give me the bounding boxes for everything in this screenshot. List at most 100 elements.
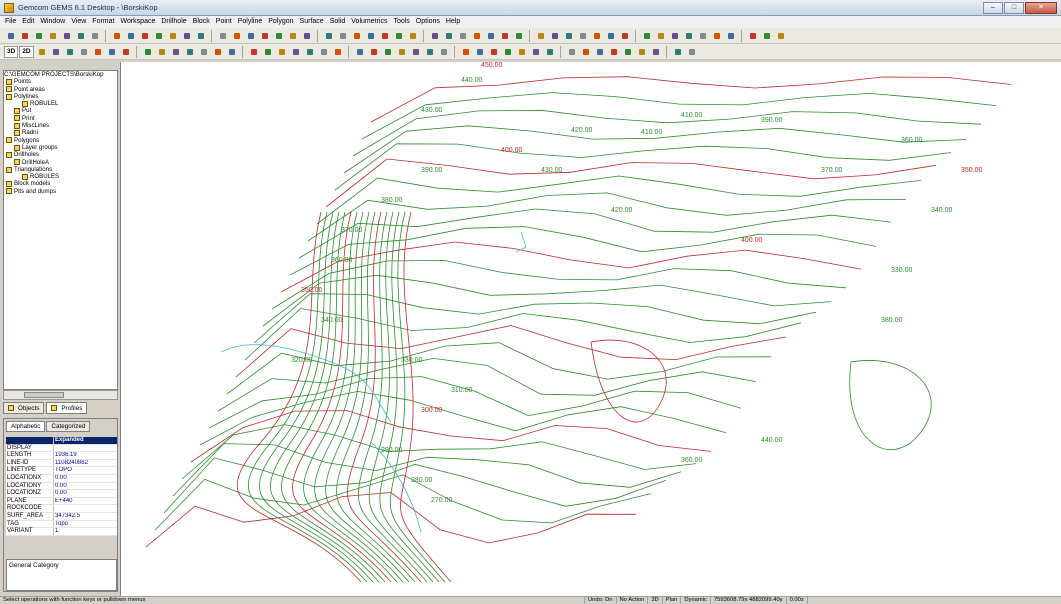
property-value[interactable]: 0.00 (54, 490, 117, 497)
menu-solid[interactable]: Solid (327, 16, 349, 28)
contour-line[interactable] (145, 492, 637, 548)
toolbar-tool-icon[interactable] (649, 45, 662, 58)
toolbar-tool-icon[interactable] (579, 45, 592, 58)
toolbar-tool-icon[interactable] (258, 29, 271, 42)
toolbar-tool-icon[interactable] (364, 29, 377, 42)
contour-line[interactable] (172, 443, 682, 497)
toolbar-tool-icon[interactable] (437, 45, 450, 58)
menu-window[interactable]: Window (37, 16, 68, 28)
toolbar-tool-icon[interactable] (197, 45, 210, 58)
toolbar-tool-icon[interactable] (216, 29, 229, 42)
property-row[interactable]: LINETYPE TOPO (6, 467, 117, 475)
toolbar-tool-icon[interactable] (423, 45, 436, 58)
toolbar-tool-icon[interactable] (18, 29, 31, 42)
contour-line[interactable] (389, 211, 446, 583)
toolbar-tool-icon[interactable] (459, 45, 472, 58)
project-tree[interactable]: C:\GEMCOM PROJECTS\BorskiKop Points Point… (3, 70, 118, 390)
tab-profiles[interactable]: Profiles (46, 402, 88, 414)
tree-item[interactable]: Pits and dumps (4, 188, 117, 195)
toolbar-tool-icon[interactable] (484, 29, 497, 42)
toolbar-tool-icon[interactable] (487, 45, 500, 58)
property-value[interactable]: 0.00 (54, 475, 117, 482)
property-value[interactable]: 1108240882 (54, 460, 117, 467)
toolbar-tool-icon[interactable] (286, 29, 299, 42)
toolbar-tool-icon[interactable] (618, 29, 631, 42)
property-row[interactable]: LOCATIONZ 0.00 (6, 490, 117, 498)
toolbar-tool-icon[interactable] (565, 45, 578, 58)
toolbar-tool-icon[interactable] (470, 29, 483, 42)
tab-categorized[interactable]: Categorized (46, 421, 91, 432)
property-value[interactable]: Expanded (54, 437, 117, 444)
toolbar-tool-icon[interactable] (456, 29, 469, 42)
toolbar-tool-icon[interactable] (406, 29, 419, 42)
toolbar-tool-icon[interactable] (529, 45, 542, 58)
toolbar-tool-icon[interactable] (724, 29, 737, 42)
contour-map[interactable]: 450.00 440.00 430.00 420.00 410.00 400.00 390.… (121, 62, 1061, 596)
toolbar-tool-icon[interactable] (607, 45, 620, 58)
property-row[interactable]: LOCATIONX 0.00 (6, 474, 117, 483)
menu-workspace[interactable]: Workspace (117, 16, 158, 28)
toolbar-tool-icon[interactable] (169, 45, 182, 58)
property-value[interactable]: E+440 (54, 498, 117, 505)
toolbar-tool-icon[interactable] (275, 45, 288, 58)
toolbar-tool-icon[interactable] (640, 29, 653, 42)
toolbar-tool-icon[interactable] (105, 45, 118, 58)
property-row[interactable]: DISPLAY (6, 444, 117, 453)
contour-line[interactable] (217, 357, 757, 412)
tree-item[interactable]: Points (4, 78, 117, 85)
minimize-button[interactable]: – (983, 2, 1003, 14)
toolbar-tool-icon[interactable] (141, 45, 154, 58)
toolbar-tool-icon[interactable] (194, 29, 207, 42)
menu-help[interactable]: Help (443, 16, 463, 28)
tree-horizontal-scrollbar[interactable] (3, 390, 118, 400)
property-row[interactable]: Expanded (6, 437, 117, 445)
contour-line[interactable] (163, 457, 667, 514)
property-value[interactable]: 1 (54, 528, 117, 535)
toolbar-tool-icon[interactable] (4, 29, 17, 42)
toolbar-tool-icon[interactable] (350, 29, 363, 42)
tree-item[interactable]: Triangulations (4, 166, 117, 173)
contour-line[interactable] (361, 92, 997, 140)
property-row[interactable]: LOCATIONY 0.00 (6, 482, 117, 491)
contour-line[interactable] (235, 325, 787, 378)
toolbar-tool-icon[interactable] (110, 29, 123, 42)
toolbar-tool-icon[interactable] (515, 45, 528, 58)
scrollbar-thumb[interactable] (24, 392, 64, 398)
toolbar-tool-icon[interactable] (244, 29, 257, 42)
property-value[interactable] (54, 445, 117, 452)
toolbar-tool-icon[interactable] (590, 29, 603, 42)
toolbar-tool-icon[interactable] (49, 45, 62, 58)
menu-polygon[interactable]: Polygon (265, 16, 296, 28)
tree-item[interactable]: Block models (4, 180, 117, 187)
tree-root[interactable]: C:\GEMCOM PROJECTS\BorskiKop (4, 71, 117, 78)
toolbar-tool-icon[interactable] (635, 45, 648, 58)
toolbar-tool-icon[interactable] (74, 29, 87, 42)
toolbar-tool-icon[interactable] (119, 45, 132, 58)
toolbar-tool-icon[interactable] (317, 45, 330, 58)
toolbar-tool-icon[interactable] (621, 45, 634, 58)
toolbar-tool-icon[interactable] (392, 29, 405, 42)
toolbar-tool-icon[interactable] (473, 45, 486, 58)
menu-tools[interactable]: Tools (390, 16, 412, 28)
toolbar-tool-icon[interactable] (378, 29, 391, 42)
toolbar-tool-icon[interactable] (668, 29, 681, 42)
toolbar-tool-icon[interactable] (77, 45, 90, 58)
toolbar-tool-icon[interactable] (331, 45, 344, 58)
tree-item[interactable]: Polylines (4, 93, 117, 100)
toolbar-tool-icon[interactable] (548, 29, 561, 42)
toolbar-tool-icon[interactable] (682, 29, 695, 42)
maximize-button[interactable]: □ (1004, 2, 1024, 14)
property-row[interactable]: SURF_AREA 347342.5 (6, 512, 117, 521)
toolbar-tool-icon[interactable] (166, 29, 179, 42)
toolbar-tool-icon[interactable] (696, 29, 709, 42)
contour-line[interactable] (368, 211, 434, 583)
tab-alphabetic[interactable]: Alphabetic (6, 421, 46, 432)
toolbar-tool-icon[interactable] (498, 29, 511, 42)
toolbar-tool-icon[interactable] (183, 45, 196, 58)
toolbar-tool-icon[interactable] (512, 29, 525, 42)
toolbar-tool-icon[interactable] (654, 29, 667, 42)
toolbar-tool-icon[interactable] (774, 29, 787, 42)
property-row[interactable]: TAG Topo (6, 520, 117, 529)
toolbar-tool-icon[interactable] (381, 45, 394, 58)
toolbar-tool-icon[interactable] (211, 45, 224, 58)
